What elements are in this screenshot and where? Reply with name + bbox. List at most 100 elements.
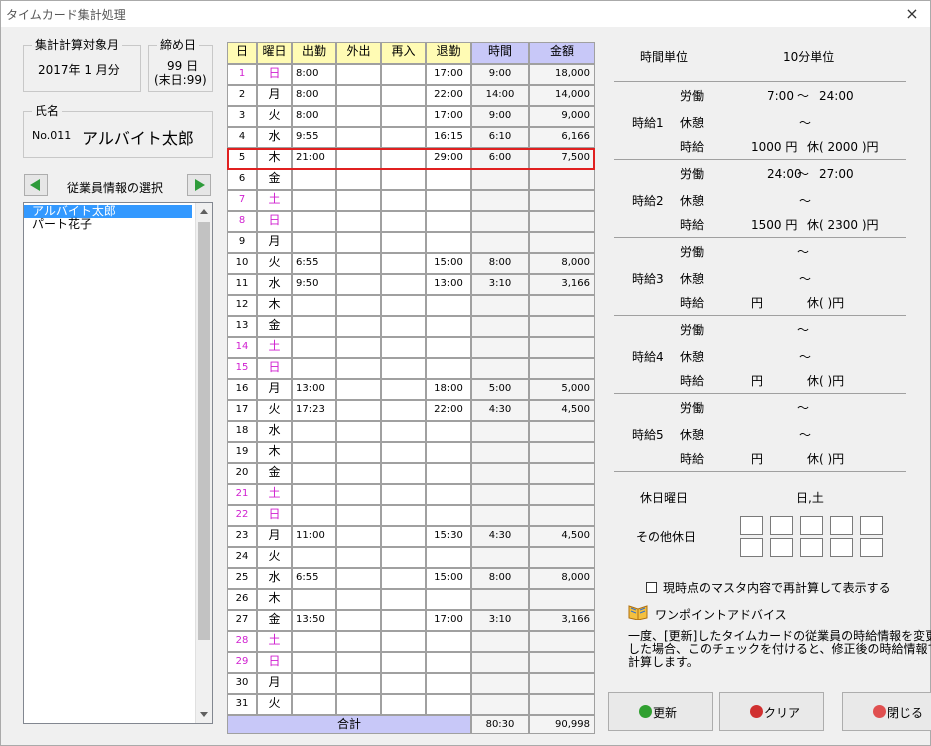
clock-in-input[interactable] xyxy=(292,295,336,316)
go-out-input[interactable] xyxy=(336,379,381,400)
clock-in-input[interactable] xyxy=(292,442,336,463)
clock-out-input[interactable] xyxy=(426,631,471,652)
return-input[interactable] xyxy=(381,547,426,568)
return-input[interactable] xyxy=(381,358,426,379)
other-holiday-input[interactable] xyxy=(830,538,853,557)
clock-out-input[interactable]: 17:00 xyxy=(426,64,471,85)
go-out-input[interactable] xyxy=(336,358,381,379)
go-out-input[interactable] xyxy=(336,316,381,337)
go-out-input[interactable] xyxy=(336,526,381,547)
clock-out-input[interactable] xyxy=(426,589,471,610)
clock-out-input[interactable] xyxy=(426,232,471,253)
clock-in-input[interactable] xyxy=(292,211,336,232)
employee-list-item[interactable]: パート花子 xyxy=(24,218,192,231)
close-icon[interactable]: × xyxy=(902,4,922,24)
return-input[interactable] xyxy=(381,253,426,274)
clock-out-input[interactable]: 18:00 xyxy=(426,379,471,400)
go-out-input[interactable] xyxy=(336,463,381,484)
clock-out-input[interactable]: 15:00 xyxy=(426,568,471,589)
go-out-input[interactable] xyxy=(336,253,381,274)
return-input[interactable] xyxy=(381,463,426,484)
clock-in-input[interactable] xyxy=(292,316,336,337)
clock-out-input[interactable]: 15:00 xyxy=(426,253,471,274)
go-out-input[interactable] xyxy=(336,64,381,85)
clock-out-input[interactable]: 17:00 xyxy=(426,610,471,631)
go-out-input[interactable] xyxy=(336,337,381,358)
go-out-input[interactable] xyxy=(336,547,381,568)
clock-out-input[interactable]: 22:00 xyxy=(426,400,471,421)
clock-in-input[interactable] xyxy=(292,505,336,526)
clock-out-input[interactable]: 15:30 xyxy=(426,526,471,547)
go-out-input[interactable] xyxy=(336,442,381,463)
return-input[interactable] xyxy=(381,190,426,211)
clock-in-input[interactable] xyxy=(292,358,336,379)
clock-in-input[interactable]: 17:23 xyxy=(292,400,336,421)
go-out-input[interactable] xyxy=(336,505,381,526)
go-out-input[interactable] xyxy=(336,169,381,190)
clock-in-input[interactable] xyxy=(292,484,336,505)
clock-out-input[interactable] xyxy=(426,295,471,316)
clock-out-input[interactable] xyxy=(426,694,471,715)
return-input[interactable] xyxy=(381,127,426,148)
clock-out-input[interactable] xyxy=(426,442,471,463)
return-input[interactable] xyxy=(381,64,426,85)
go-out-input[interactable] xyxy=(336,652,381,673)
return-input[interactable] xyxy=(381,673,426,694)
clock-out-input[interactable]: 16:15 xyxy=(426,127,471,148)
return-input[interactable] xyxy=(381,106,426,127)
other-holiday-input[interactable] xyxy=(770,538,793,557)
return-input[interactable] xyxy=(381,274,426,295)
clock-out-input[interactable] xyxy=(426,211,471,232)
clock-out-input[interactable] xyxy=(426,421,471,442)
clock-out-input[interactable]: 17:00 xyxy=(426,106,471,127)
go-out-input[interactable] xyxy=(336,673,381,694)
return-input[interactable] xyxy=(381,505,426,526)
clock-out-input[interactable] xyxy=(426,652,471,673)
recalc-checkbox[interactable] xyxy=(646,582,657,593)
go-out-input[interactable] xyxy=(336,232,381,253)
clock-in-input[interactable] xyxy=(292,589,336,610)
other-holiday-input[interactable] xyxy=(830,516,853,535)
return-input[interactable] xyxy=(381,484,426,505)
scroll-thumb[interactable] xyxy=(198,222,210,640)
go-out-input[interactable] xyxy=(336,211,381,232)
go-out-input[interactable] xyxy=(336,295,381,316)
clock-in-input[interactable]: 9:55 xyxy=(292,127,336,148)
clock-in-input[interactable]: 8:00 xyxy=(292,106,336,127)
return-input[interactable] xyxy=(381,232,426,253)
go-out-input[interactable] xyxy=(336,127,381,148)
clock-in-input[interactable] xyxy=(292,232,336,253)
return-input[interactable] xyxy=(381,652,426,673)
go-out-input[interactable] xyxy=(336,106,381,127)
clock-in-input[interactable] xyxy=(292,463,336,484)
clock-in-input[interactable]: 6:55 xyxy=(292,568,336,589)
clock-in-input[interactable] xyxy=(292,190,336,211)
other-holiday-input[interactable] xyxy=(740,516,763,535)
return-input[interactable] xyxy=(381,316,426,337)
next-employee-button[interactable] xyxy=(187,174,211,196)
clock-in-input[interactable] xyxy=(292,337,336,358)
clock-in-input[interactable]: 13:50 xyxy=(292,610,336,631)
close-button[interactable]: 閉じる xyxy=(842,692,931,731)
return-input[interactable] xyxy=(381,337,426,358)
prev-employee-button[interactable] xyxy=(24,174,48,196)
clock-in-input[interactable] xyxy=(292,631,336,652)
go-out-input[interactable] xyxy=(336,631,381,652)
other-holiday-input[interactable] xyxy=(860,516,883,535)
go-out-input[interactable] xyxy=(336,568,381,589)
go-out-input[interactable] xyxy=(336,421,381,442)
clock-out-input[interactable] xyxy=(426,505,471,526)
scroll-down-button[interactable] xyxy=(196,706,212,723)
clock-in-input[interactable]: 9:50 xyxy=(292,274,336,295)
clock-in-input[interactable] xyxy=(292,673,336,694)
clock-out-input[interactable] xyxy=(426,547,471,568)
return-input[interactable] xyxy=(381,589,426,610)
return-input[interactable] xyxy=(381,295,426,316)
clock-in-input[interactable]: 6:55 xyxy=(292,253,336,274)
other-holiday-input[interactable] xyxy=(800,516,823,535)
clear-button[interactable]: クリア xyxy=(719,692,824,731)
return-input[interactable] xyxy=(381,421,426,442)
clock-in-input[interactable] xyxy=(292,652,336,673)
employee-list[interactable]: アルバイト太郎 パート花子 xyxy=(23,202,213,724)
clock-out-input[interactable] xyxy=(426,316,471,337)
